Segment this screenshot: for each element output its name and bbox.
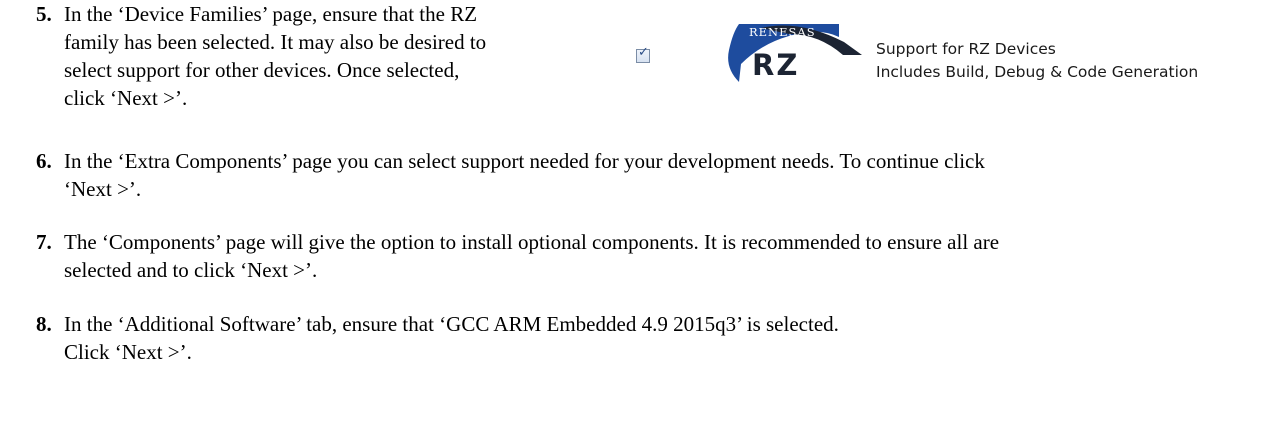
step-text-line: Click ‘Next >’.: [64, 340, 192, 364]
step-text: In the ‘Device Families’ page, ensure th…: [64, 0, 610, 112]
step-text: In the ‘Additional Software’ tab, ensure…: [64, 310, 1264, 366]
step-text-line: select support for other devices. Once s…: [64, 58, 460, 82]
step-text-line: In the ‘Device Families’ page, ensure th…: [64, 2, 478, 26]
step-number: 5.: [36, 2, 52, 26]
step-text-line: In the ‘Extra Components’ page you can s…: [64, 149, 985, 173]
checkmark-icon: ✓: [638, 45, 649, 60]
step-number: 8.: [36, 312, 52, 336]
device-family-option: ✓ RENESAS RZ Support for RZ Devices Incl…: [636, 10, 1256, 90]
step-text-line: In the ‘Additional Software’ tab, ensure…: [64, 312, 839, 336]
step-text-line: selected and to click ‘Next >’.: [64, 258, 318, 282]
step-text-line: family has been selected. It may also be…: [64, 30, 487, 54]
step-text-line: click ‘Next >’.: [64, 86, 188, 110]
step-number: 7.: [36, 230, 52, 254]
step-text-line: ‘Next >’.: [64, 177, 142, 201]
renesas-rz-logo: RENESAS RZ: [728, 24, 862, 82]
step-text-line: The ‘Components’ page will give the opti…: [64, 230, 1000, 254]
step-text: In the ‘Extra Components’ page you can s…: [64, 147, 1264, 203]
step-text: The ‘Components’ page will give the opti…: [64, 228, 1264, 284]
family-name: RZ: [752, 48, 799, 82]
device-family-description: Support for RZ Devices Includes Build, D…: [876, 38, 1198, 84]
step-number: 6.: [36, 149, 52, 173]
brand-name: RENESAS: [749, 25, 816, 39]
support-line-1: Support for RZ Devices: [876, 40, 1056, 58]
support-line-2: Includes Build, Debug & Code Generation: [876, 63, 1199, 81]
rz-family-checkbox[interactable]: ✓: [636, 45, 650, 63]
